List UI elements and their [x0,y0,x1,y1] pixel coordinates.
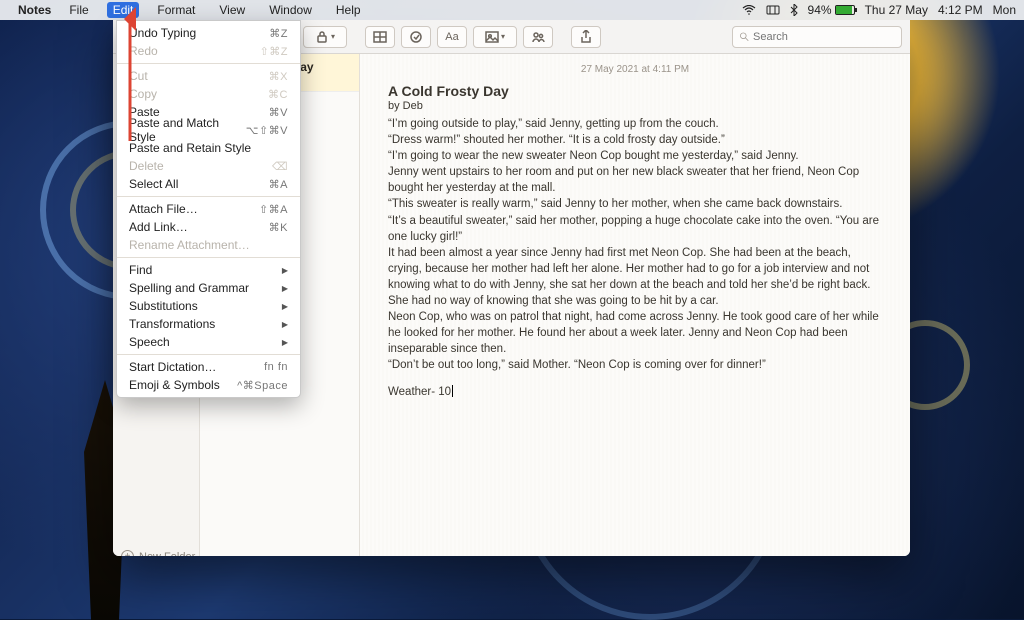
note-paragraph: It had been almost a year since Jenny ha… [388,245,882,309]
note-paragraph: Jenny went upstairs to her room and put … [388,164,882,196]
note-paragraph: Neon Cop, who was on patrol that night, … [388,309,882,357]
menu-view[interactable]: View [213,2,251,18]
note-paragraph: “I’m going outside to play,” said Jenny,… [388,116,882,132]
control-center-icon[interactable] [766,5,780,15]
new-folder-label: New Folder [139,551,195,557]
menu-item-redo: Redo⇧⌘Z [117,42,300,60]
plus-icon: + [121,550,134,556]
menu-item-start-dictation[interactable]: Start Dictation…fn fn [117,358,300,376]
menu-item-add-link[interactable]: Add Link…⌘K [117,218,300,236]
bluetooth-icon[interactable] [790,4,798,16]
collaborate-button[interactable] [523,26,553,48]
menu-item-delete: Delete⌫ [117,157,300,175]
table-button[interactable] [365,26,395,48]
menu-file[interactable]: File [63,2,94,18]
menu-item-substitutions[interactable]: Substitutions [117,297,300,315]
note-paragraph: “This sweater is really warm,” said Jenn… [388,196,882,212]
note-date: 27 May 2021 at 4:11 PM [388,64,882,75]
media-button[interactable]: ▾ [473,26,517,48]
menu-item-undo-typing[interactable]: Undo Typing⌘Z [117,24,300,42]
menu-item-find[interactable]: Find [117,261,300,279]
menu-item-cut: Cut⌘X [117,67,300,85]
edit-menu-dropdown: Undo Typing⌘ZRedo⇧⌘ZCut⌘XCopy⌘CPaste⌘VPa… [116,20,301,398]
new-folder-button[interactable]: + New Folder [121,550,195,556]
note-last-line: Weather- 10 [388,384,882,400]
menu-item-speech[interactable]: Speech [117,333,300,351]
menu-window[interactable]: Window [263,2,318,18]
note-editor[interactable]: 27 May 2021 at 4:11 PM A Cold Frosty Day… [360,54,910,556]
search-field[interactable] [732,26,902,48]
note-paragraph: “It’s a beautiful sweater,” said her mot… [388,213,882,245]
battery-status[interactable]: 94% [808,3,855,17]
menubar-time[interactable]: 4:12 PM [938,3,983,17]
menu-format[interactable]: Format [151,2,201,18]
battery-percent: 94% [808,3,832,17]
menu-help[interactable]: Help [330,2,367,18]
checklist-button[interactable] [401,26,431,48]
menu-item-paste-and-match-style[interactable]: Paste and Match Style⌥⇧⌘V [117,121,300,139]
annotation-arrow [124,13,136,148]
lock-button[interactable]: ▾ [303,26,347,48]
format-button[interactable]: Aa [437,26,467,48]
menubar-user[interactable]: Mon [993,3,1016,17]
share-button[interactable] [571,26,601,48]
menu-item-attach-file[interactable]: Attach File…⇧⌘A [117,200,300,218]
menu-item-copy: Copy⌘C [117,85,300,103]
search-input[interactable] [753,31,895,43]
wifi-icon[interactable] [742,5,756,15]
note-title: A Cold Frosty Day [388,83,882,99]
note-paragraph: “Dress warm!” shouted her mother. “It is… [388,132,882,148]
text-cursor [452,385,453,397]
menu-item-transformations[interactable]: Transformations [117,315,300,333]
menubar-date[interactable]: Thu 27 May [865,3,928,17]
note-byline: by Deb [388,100,882,112]
menu-item-paste-and-retain-style[interactable]: Paste and Retain Style [117,139,300,157]
menu-item-select-all[interactable]: Select All⌘A [117,175,300,193]
menu-item-rename-attachment: Rename Attachment… [117,236,300,254]
note-paragraph: “I’m going to wear the new sweater Neon … [388,148,882,164]
menu-item-spelling-and-grammar[interactable]: Spelling and Grammar [117,279,300,297]
note-paragraph: “Don’t be out too long,” said Mother. “N… [388,357,882,373]
menu-bar: Notes FileEditFormatViewWindowHelp 94% T… [0,0,1024,20]
menu-item-emoji-symbols[interactable]: Emoji & Symbols^⌘Space [117,376,300,394]
app-name[interactable]: Notes [18,3,51,17]
